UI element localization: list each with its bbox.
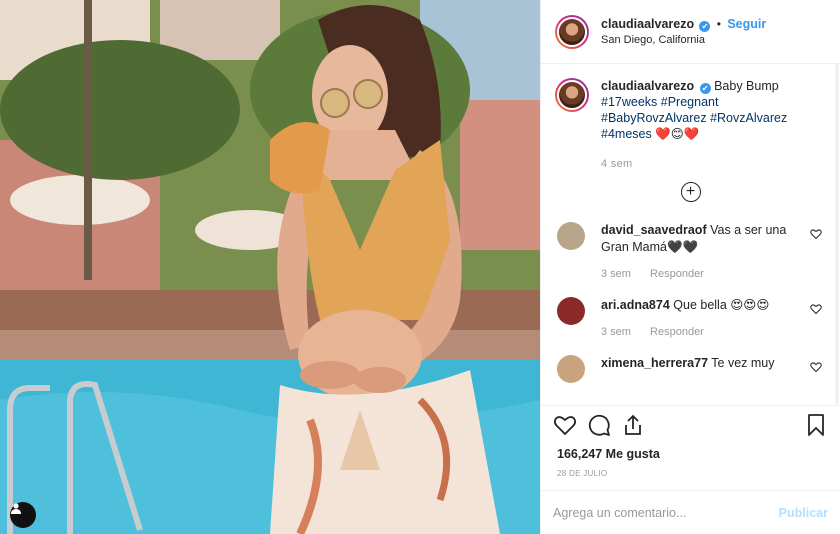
reply-button[interactable]: Responder	[650, 268, 704, 280]
comment-item: ari.adna874 Que bella 😍😍😍 3 sem Responde…	[555, 297, 826, 341]
like-count[interactable]: 166,247 Me gusta	[541, 443, 840, 461]
add-circle-icon[interactable]: +	[680, 182, 701, 202]
post-side-panel: claudiaalvarezo ✔ • Seguir San Diego, Ca…	[540, 0, 840, 534]
caption-username[interactable]: claudiaalvarezo	[601, 79, 694, 93]
caption-time[interactable]: 4 sem	[601, 156, 811, 172]
hashtag-line-2[interactable]: #BabyRovzAlvarez #RovzAlvarez	[601, 111, 787, 125]
comments-list[interactable]: claudiaalvarezo ✔ Baby Bump #17weeks #Pr…	[541, 64, 840, 405]
post-date[interactable]: 28 DE JULIO	[541, 461, 840, 490]
separator-dot: •	[716, 16, 721, 31]
comment-time[interactable]: 3 sem	[601, 268, 631, 280]
publish-button[interactable]: Publicar	[779, 506, 828, 520]
comment-username[interactable]: ximena_herrera77	[601, 356, 708, 370]
caption-avatar[interactable]	[555, 78, 589, 112]
post-caption: claudiaalvarezo ✔ Baby Bump #17weeks #Pr…	[555, 78, 826, 172]
comment-text: Que bella 😍😍😍	[673, 298, 770, 312]
comment-like-heart-icon[interactable]	[810, 228, 822, 240]
add-comment-bar: Publicar	[541, 490, 840, 534]
hashtag-line-1[interactable]: #17weeks #Pregnant	[601, 95, 718, 109]
instagram-post: claudiaalvarezo ✔ • Seguir San Diego, Ca…	[0, 0, 840, 534]
caption-text: Baby Bump	[714, 79, 779, 93]
share-icon[interactable]	[621, 413, 645, 437]
comment-like-heart-icon[interactable]	[810, 303, 822, 315]
comment-text: Te vez muy	[711, 356, 775, 370]
author-avatar[interactable]	[555, 14, 589, 49]
comment-username[interactable]: david_saavedraof	[601, 223, 707, 237]
caption-emojis: ❤️😊❤️	[655, 127, 700, 141]
comment-item: ximena_herrera77 Te vez muy	[555, 355, 826, 383]
comment-time[interactable]: 3 sem	[601, 326, 631, 338]
comments-scrollbar[interactable]	[834, 64, 840, 404]
comment-like-heart-icon[interactable]	[810, 361, 822, 373]
tag-person-icon	[11, 503, 21, 514]
post-photo[interactable]	[0, 0, 540, 534]
follow-button[interactable]: Seguir	[727, 17, 766, 31]
verified-badge-icon: ✔	[699, 83, 711, 94]
comment-username[interactable]: ari.adna874	[601, 298, 670, 312]
comment-avatar[interactable]	[557, 355, 585, 383]
load-more-comments: +	[555, 182, 826, 202]
tag-person-button[interactable]	[10, 502, 36, 528]
add-comment-input[interactable]	[553, 505, 779, 520]
location-link[interactable]: San Diego, California	[601, 32, 766, 48]
comment-avatar[interactable]	[557, 222, 585, 250]
like-heart-icon[interactable]	[553, 413, 577, 437]
post-header: claudiaalvarezo ✔ • Seguir San Diego, Ca…	[541, 0, 840, 64]
author-username[interactable]: claudiaalvarezo	[601, 17, 694, 31]
comment-item: david_saavedraof Vas a ser una Gran Mamá…	[555, 222, 826, 283]
photo-illustration	[0, 0, 540, 534]
save-bookmark-icon[interactable]	[804, 413, 828, 437]
comment-avatar[interactable]	[557, 297, 585, 325]
hashtag-line-3[interactable]: #4meses	[601, 127, 652, 141]
reply-button[interactable]: Responder	[650, 326, 704, 338]
comment-bubble-icon[interactable]	[587, 413, 611, 437]
action-bar	[541, 405, 840, 443]
verified-badge-icon: ✔	[699, 20, 711, 32]
